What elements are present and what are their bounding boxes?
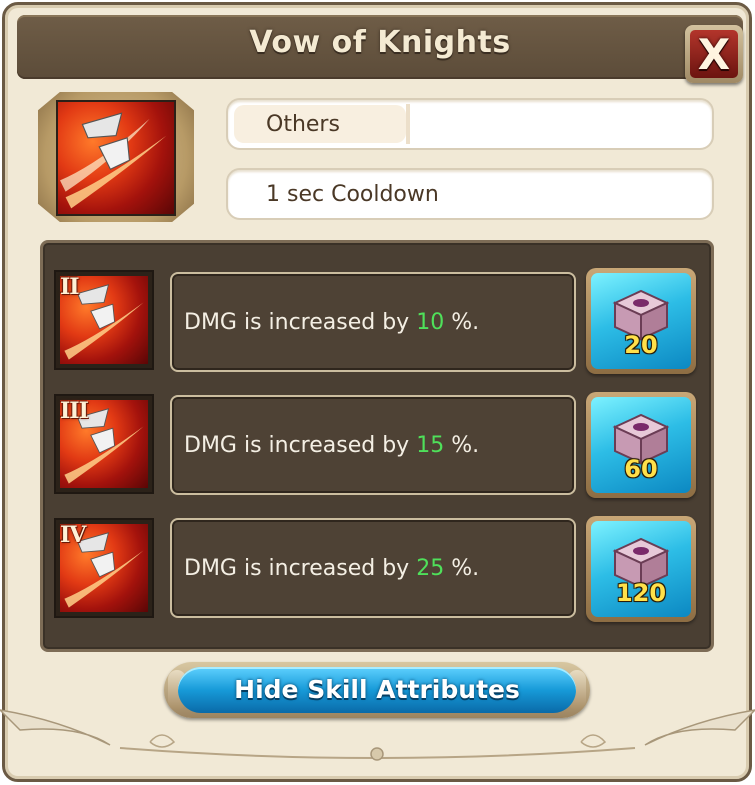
hide-skill-attributes-label: Hide Skill Attributes (234, 675, 520, 704)
title-bar: Vow of Knights X (17, 15, 743, 83)
upgrade-cost-button[interactable]: 120 (586, 516, 696, 622)
attribute-description: DMG is increased by 15 %. (170, 395, 576, 495)
attribute-description: DMG is increased by 25 %. (170, 518, 576, 618)
attribute-value: 15 (416, 433, 445, 458)
attribute-icon: II (54, 270, 154, 370)
upgrade-cost: 60 (624, 455, 658, 483)
attribute-level: III (60, 398, 89, 424)
close-button[interactable]: X (685, 25, 743, 83)
upgrade-cost-button[interactable]: 60 (586, 392, 696, 498)
upgrade-cost: 120 (615, 579, 667, 607)
attribute-description: DMG is increased by 10 %. (170, 272, 576, 372)
attribute-icon: III (54, 394, 154, 494)
attribute-icon: IV (54, 518, 154, 618)
attribute-value: 25 (416, 556, 445, 581)
attribute-value: 10 (416, 310, 445, 335)
attribute-level: IV (60, 522, 86, 548)
cooldown-label: 1 sec Cooldown (266, 182, 439, 207)
upgrade-cost: 20 (624, 331, 658, 359)
dialog-title: Vow of Knights (249, 25, 511, 60)
cooldown-field: 1 sec Cooldown (226, 168, 714, 220)
attribute-level: II (60, 274, 80, 300)
sword-slash-icon (56, 100, 176, 216)
hide-skill-attributes-button[interactable]: Hide Skill Attributes (164, 662, 590, 718)
close-icon[interactable]: X (690, 30, 738, 79)
skill-type-label: Others (266, 112, 340, 137)
skill-type-field: Others (226, 98, 714, 150)
upgrade-cost-button[interactable]: 20 (586, 268, 696, 374)
